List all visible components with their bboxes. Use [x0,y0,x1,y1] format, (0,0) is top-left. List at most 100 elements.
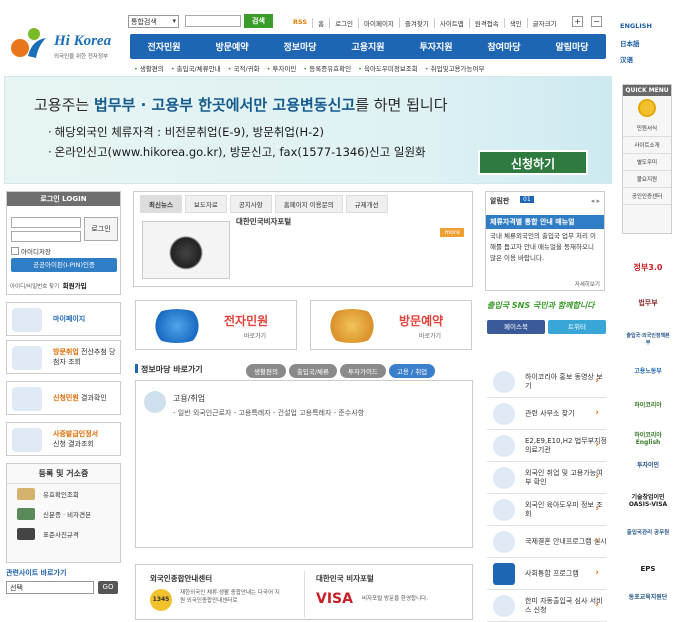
nav-employment[interactable]: 고용지원 [351,40,384,53]
service-promo-video[interactable]: 하이코리아 홍보 동영상 보기 › [487,366,607,398]
home-link[interactable]: 홈 [312,18,329,28]
subnav-immigration[interactable]: 출입국/체류안내 [171,63,221,73]
subnav-employability[interactable]: 취업및고용가능여부 [425,63,485,73]
org-eps[interactable]: EPS [626,565,670,573]
search-scope-select[interactable]: 통합검색 ▾ [128,15,179,28]
signup-link[interactable]: 회원가입 [63,282,87,290]
nav-participation[interactable]: 참여마당 [487,40,520,53]
nav-investment[interactable]: 투자지원 [419,40,452,53]
service-childcare[interactable]: 외국인 육아도우미 정보 조회 › [487,494,607,526]
logo-title[interactable]: Hi Korea [54,33,111,50]
org-hikorea[interactable]: 하이코리아 [626,400,670,409]
news-headline[interactable]: 대한민국비자포털 [236,216,291,227]
nav-notice[interactable]: 알림마당 [555,40,588,53]
application-result-box[interactable]: 신청민원 결과확인 [6,381,121,415]
service-label: 사회통합 프로그램 [525,569,579,577]
visit-reservation-button[interactable]: 방문예약 바로가기 [310,300,472,350]
quick-helper[interactable]: 별도우미 [623,154,671,171]
info-tag-links[interactable]: - 일반 외국인근로자 - 고용특례자 - 건설업 고용특례자 - 준수사항 [173,408,364,418]
login-password-input[interactable] [11,231,81,242]
rss-link[interactable]: RSS [288,18,312,28]
org-immigration[interactable]: 출입국·외국인정책본부 [626,332,670,346]
notice-tab[interactable]: 알림판 [490,196,509,206]
org-labor[interactable]: 고용노동부 [626,366,670,375]
related-sites-select[interactable]: 선택 [6,581,94,594]
related-go-button[interactable]: GO [98,581,118,594]
org-compatriot[interactable]: 동포교육지원단 [626,592,670,601]
tab-inquiry[interactable]: 홈페이지 이용문의 [274,195,343,213]
info-center-title[interactable]: 외국인종합안내센터 [150,573,212,584]
kiip-icon [493,563,515,585]
quick-forms[interactable]: 민원서식 [623,120,671,137]
tab-notices[interactable]: 공지사항 [229,195,272,213]
org-hikorea-en[interactable]: 하이코리아 English [626,430,670,446]
tab-press[interactable]: 보도자료 [184,195,227,213]
subnav-living[interactable]: 생활편의 [134,63,164,73]
login-button[interactable]: 로그인 [84,217,118,241]
lang-japanese[interactable]: 日本語 [620,38,678,48]
hikorea-logo-icon[interactable] [10,26,52,62]
notice-headline[interactable]: 체류자격별 통합 안내 매뉴얼 [486,215,604,229]
ipin-button[interactable]: 공공아이핀(I-PIN)인증 [11,258,117,272]
info-tab-investment[interactable]: 투자가이드 [340,364,386,378]
service-office-finder[interactable]: 관련 사무소 찾기 › [487,398,607,430]
nav-e-civil[interactable]: 전자민원 [147,40,180,53]
subnav-invest-immigration[interactable]: 투자이민 [267,63,296,73]
subnav-card-validity[interactable]: 등록증유효확인 [303,63,351,73]
mypage-box[interactable]: 마이페이지 [6,302,121,336]
subnav-childcare[interactable]: 육아도우미정보조회 [358,63,418,73]
zoom-in-button[interactable]: + [572,16,583,27]
e-civil-button[interactable]: 전자민원 바로가기 [135,300,297,350]
service-ses[interactable]: 한미 자동출입국 심사 서비스 신청 › [487,590,607,622]
index-link[interactable]: 색인 [503,18,527,28]
zoom-out-button[interactable]: − [591,16,602,27]
service-kiip[interactable]: 사회통합 프로그램 › [487,558,607,590]
org-invest-immigration[interactable]: 투자이민 [626,460,670,469]
notice-pager-icon[interactable]: ◂ ▸ [591,197,600,205]
lottery-box[interactable]: 방문취업 전산추첨 당첨자 조회 [6,340,121,374]
visa-portal-title[interactable]: 대한민국 비자포털 [316,573,374,584]
tab-latest-news[interactable]: 최신뉴스 [140,195,182,213]
info-tab-immigration[interactable]: 출입국/체류 [288,364,338,378]
photo-standard-link[interactable]: 표준사진규격 [7,524,120,544]
id-visa-sample-link[interactable]: 신분증 · 비자견본 [7,504,120,524]
mypage-link[interactable]: 마이페이지 [358,18,399,28]
bookmark-link[interactable]: 즐겨찾기 [398,18,434,28]
news-thumbnail[interactable] [142,221,230,279]
visa-confirm-label: 사증발급인정서 신청 결과조회 [53,429,98,449]
twitter-button[interactable]: 트위터 [548,320,606,334]
quick-support[interactable]: 불요지원 [623,171,671,188]
login-id-input[interactable] [11,217,81,228]
document-icon [493,467,515,489]
lang-chinese[interactable]: 汉语 [620,54,678,64]
subnav-nationality[interactable]: 국적/귀화 [228,63,260,73]
info-tab-employment[interactable]: 고용 / 취업 [388,364,436,378]
notice-detail-link[interactable]: 자세히보기 [575,280,600,288]
remote-link[interactable]: 원격접속 [468,18,504,28]
org-gov30[interactable]: 정부3.0 [626,262,670,273]
org-justice[interactable]: 법무부 [626,298,670,308]
search-button[interactable]: 검색 [244,14,273,28]
validity-check-link[interactable]: 유효확인조회 [7,484,120,504]
find-account-link[interactable]: 아이디/비밀번호 찾기 [10,284,59,290]
info-tab-living[interactable]: 생활편의 [246,364,286,378]
login-link[interactable]: 로그인 [329,18,358,28]
news-more-button[interactable]: more [440,228,464,237]
org-oasis-visa[interactable]: 기술창업이민 OASIS-VISA [626,492,670,508]
tab-regulation[interactable]: 규제개선 [345,195,388,213]
service-medical[interactable]: E2,E9,E10,H2 법무부지정 의료기관 › [487,430,607,462]
search-input[interactable] [185,15,241,27]
service-employability[interactable]: 외국인 취업 및 고용가능여부 확인 › [487,462,607,494]
quick-cert-center[interactable]: 공인인증센터 [623,188,671,205]
quick-site-intro[interactable]: 사이트소개 [623,137,671,154]
visa-confirm-box[interactable]: 사증발급인정서 신청 결과조회 [6,422,121,456]
org-officer[interactable]: 출입국관리 공무원 [626,528,670,536]
nav-visit-reservation[interactable]: 방문예약 [215,40,248,53]
remember-id-checkbox[interactable]: 아이디저장 [11,246,51,256]
nav-info[interactable]: 정보마당 [283,40,316,53]
lang-english[interactable]: ENGLISH [620,22,678,30]
banner-apply-button[interactable]: 신청하기 [478,150,588,175]
facebook-button[interactable]: 페이스북 [487,320,545,334]
sitemap-link[interactable]: 사이트맵 [433,18,469,28]
service-marriage[interactable]: 국제결혼 안내프로그램 실시 › [487,526,607,558]
